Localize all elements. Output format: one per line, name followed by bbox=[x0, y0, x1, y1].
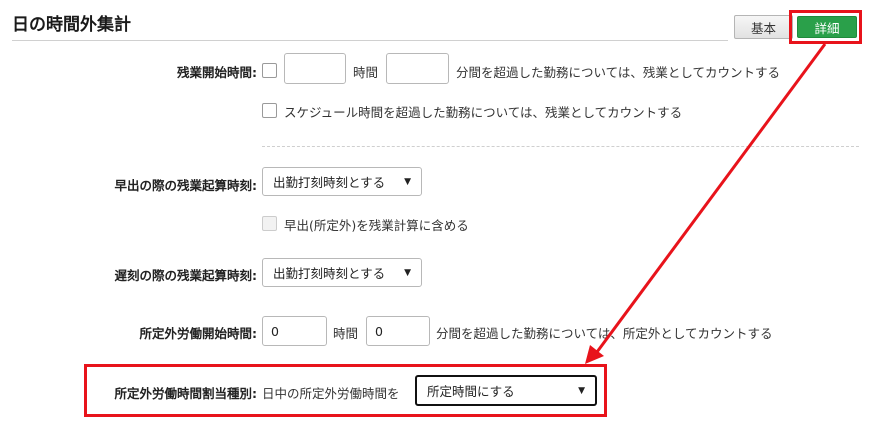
annotation-arrow bbox=[585, 43, 827, 364]
arrow-line bbox=[595, 43, 827, 353]
